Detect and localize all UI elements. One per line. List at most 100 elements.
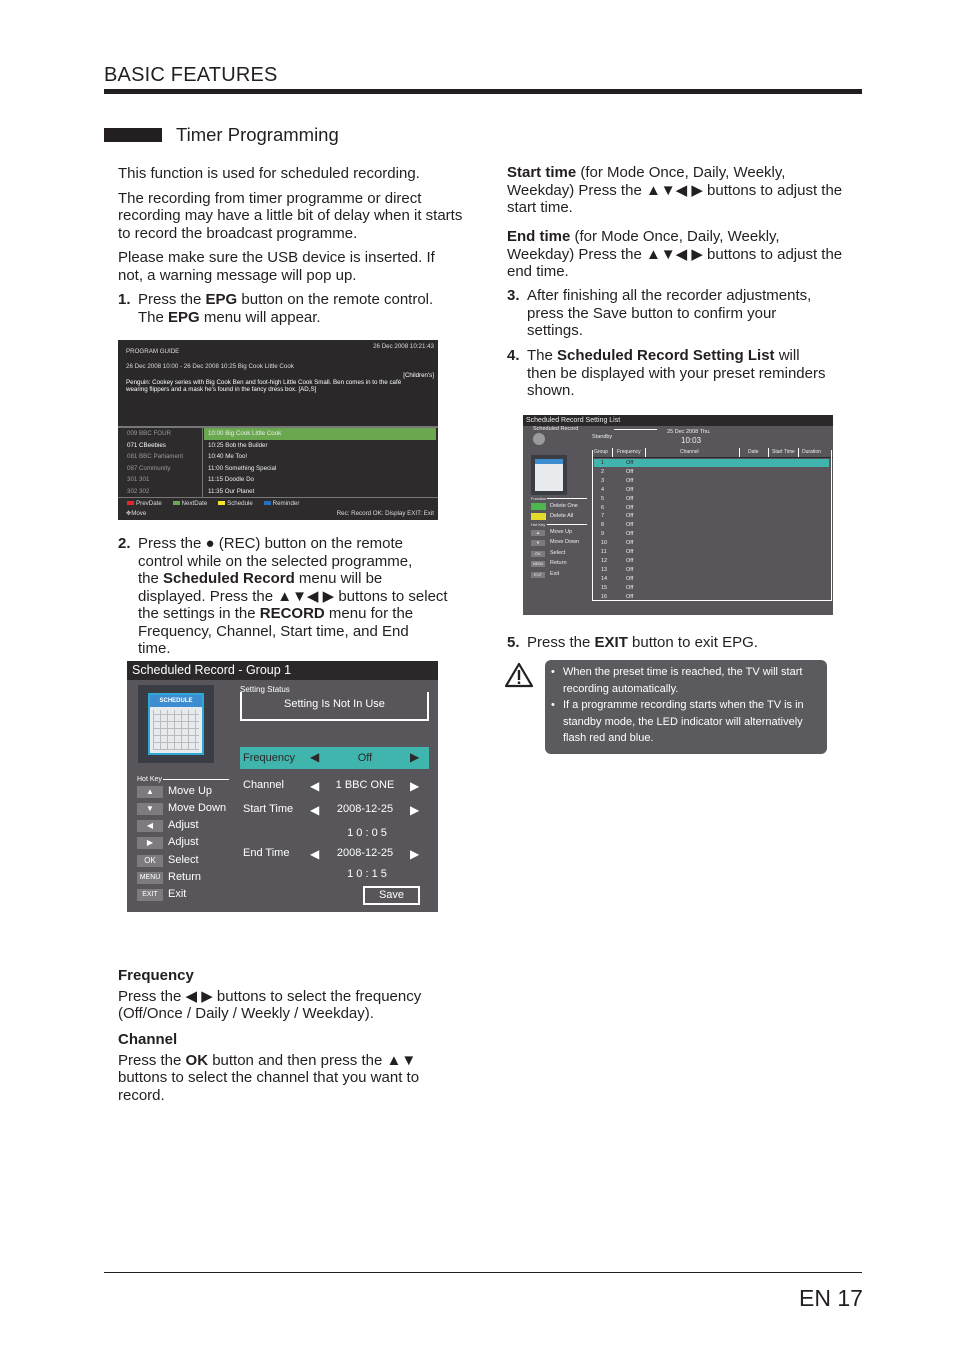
text: Press the xyxy=(138,291,206,308)
text: The xyxy=(527,347,558,364)
delete-one-label[interactable]: Delete One xyxy=(550,503,578,509)
epg-programme[interactable]: 11:35 Our Planet xyxy=(204,486,436,498)
left-arrow-icon[interactable]: ◀ xyxy=(310,803,319,817)
end-time-value[interactable]: 1 0 : 1 5 xyxy=(322,868,412,880)
hotkey-desc: Return xyxy=(550,560,567,566)
epg-datetime: 26 Dec 2008 10:21:43 xyxy=(373,343,434,350)
text: Frequency, Channel, Start time, and End xyxy=(138,622,409,640)
function-label: Function xyxy=(531,496,547,501)
right-arrow-icon[interactable]: ▶ xyxy=(410,847,419,861)
epg-desc: Penguin: Cookey series with Big Cook Ben… xyxy=(126,379,402,386)
row-group: 15 xyxy=(601,584,608,591)
row-frequency: Off xyxy=(626,477,634,484)
start-time-value[interactable]: 1 0 : 0 5 xyxy=(322,827,412,839)
left-arrow-icon[interactable]: ◀ xyxy=(310,750,319,764)
ok-key-icon: OK xyxy=(531,551,545,557)
hotkey-desc: Move Up xyxy=(168,785,213,797)
row-frequency: Off xyxy=(626,593,634,600)
right-arrow-icon[interactable]: ▶ xyxy=(410,779,419,793)
epg-channel[interactable]: 009 BBC FOUR xyxy=(118,428,202,440)
intro-paragraph: The recording from timer programme or di… xyxy=(118,189,463,242)
epg-channel[interactable]: 087 Community xyxy=(118,463,202,475)
text: Press the xyxy=(118,1051,186,1069)
epg-key-hints: Rec: Record OK: Display EXIT: Exit xyxy=(336,510,434,517)
bold-text: EPG xyxy=(205,291,238,308)
epg-move-hint: ✥Move xyxy=(126,510,146,517)
row-frequency: Off xyxy=(626,495,634,502)
row-frequency: Off xyxy=(626,575,634,582)
intro-paragraph: Please make sure the USB device is inser… xyxy=(118,249,435,284)
menu-key-icon: MENU xyxy=(531,561,545,567)
up-key-icon: ▲ xyxy=(531,530,545,536)
text: Press the ◀ ▶ buttons to select the freq… xyxy=(118,987,422,1005)
step-1: 1. Press the EPG button on the remote co… xyxy=(118,291,463,326)
epg-genre: [Children's] xyxy=(403,372,434,379)
schedule-calendar-icon: SCHEDULE xyxy=(138,685,214,763)
epg-channel[interactable]: 302 302 xyxy=(118,486,202,498)
schedule-calendar-icon xyxy=(531,455,567,495)
right-arrow-icon[interactable]: ▶ xyxy=(410,803,419,817)
legend-label: Schedule xyxy=(227,500,253,507)
row-frequency: Off xyxy=(626,584,634,591)
text: Press the ● (REC) button on the remote xyxy=(138,535,404,552)
exit-key-icon: EXIT xyxy=(137,889,163,901)
delete-all-label[interactable]: Delete All xyxy=(550,513,573,519)
bold-text: Scheduled Record Setting List xyxy=(557,347,775,364)
row-group: 8 xyxy=(601,522,605,529)
setting-list-table: 1 Off 2 Off 3 Off 4 Off 5 Off 6 Off 7 Off 8 Off 9 Off 10 Of… xyxy=(592,450,832,601)
setting-list-screen: Scheduled Record Setting List Scheduled … xyxy=(523,415,833,615)
start-date-value: 2008-12-25 xyxy=(336,803,394,815)
text: menu for the xyxy=(324,605,414,622)
divider xyxy=(547,498,587,499)
step-number: 4. xyxy=(507,347,520,364)
epg-programme[interactable]: 10:40 Me Too! xyxy=(204,451,436,463)
text: The xyxy=(138,308,169,326)
epg-programme[interactable]: 11:00 Something Special xyxy=(204,463,436,475)
epg-channel[interactable]: 081 BBC Parliament xyxy=(118,451,202,463)
text: menu will be xyxy=(294,570,383,587)
text: Weekday) Press the ▲▼◀ ▶ buttons to adju… xyxy=(507,181,843,199)
down-key-icon: ▼ xyxy=(531,540,545,546)
epg-channel[interactable]: 071 CBeebies xyxy=(118,440,202,452)
frequency-section: Frequency Press the ◀ ▶ buttons to selec… xyxy=(118,967,463,1023)
row-frequency: Off xyxy=(626,522,634,529)
hotkey-desc: Exit xyxy=(168,888,187,900)
channel-value: 1 BBC ONE xyxy=(335,779,395,791)
warning-icon xyxy=(504,662,534,688)
bold-text: Start time xyxy=(507,164,577,181)
epg-programme[interactable]: 11:15 Doodle Do xyxy=(204,474,436,486)
scheduled-record-screen: Scheduled Record - Group 1 SCHEDULE Sett… xyxy=(127,661,438,912)
row-group: 9 xyxy=(601,531,605,538)
text: the xyxy=(138,570,164,587)
text: then be displayed with your preset remin… xyxy=(527,364,826,382)
record-status: Standby xyxy=(592,434,613,440)
epg-programme-selected[interactable]: 10:00 Big Cook Little Cook xyxy=(204,428,436,440)
epg-programme[interactable]: 10:25 Bob the Builder xyxy=(204,440,436,452)
row-frequency: Off xyxy=(626,513,634,520)
text: button to exit EPG. xyxy=(627,634,758,651)
setting-list-title: Scheduled Record Setting List xyxy=(523,415,833,426)
text: the settings in the xyxy=(138,605,260,622)
epg-footer: PrevDate NextDate Schedule Reminder ✥Mov… xyxy=(118,497,438,521)
left-arrow-icon[interactable]: ◀ xyxy=(310,779,319,793)
text: time. xyxy=(138,640,171,657)
channel-heading: Channel xyxy=(118,1031,178,1048)
text: buttons to select the channel that you w… xyxy=(118,1069,420,1086)
bold-text: End time xyxy=(507,228,571,245)
text: (for Mode Once, Daily, Weekly, xyxy=(570,228,780,245)
yellow-key-icon xyxy=(531,513,546,520)
row-group: 1 xyxy=(601,460,605,466)
text: If a programme recording starts when the… xyxy=(563,699,804,744)
section-marker xyxy=(104,128,162,142)
save-button[interactable]: Save xyxy=(363,886,420,905)
left-arrow-icon[interactable]: ◀ xyxy=(310,847,319,861)
step-4: 4. The Scheduled Record Setting List wil… xyxy=(507,347,857,400)
start-time-label: Start Time xyxy=(243,803,294,815)
scheduled-record-title: Scheduled Record - Group 1 xyxy=(127,661,438,680)
epg-channel[interactable]: 301 301 xyxy=(118,474,202,486)
step-number: 5. xyxy=(507,634,520,651)
right-arrow-icon[interactable]: ▶ xyxy=(410,750,419,764)
legend-label: Reminder xyxy=(272,500,300,507)
row-frequency: Off xyxy=(626,468,634,475)
text: button on the remote control. xyxy=(237,291,434,308)
